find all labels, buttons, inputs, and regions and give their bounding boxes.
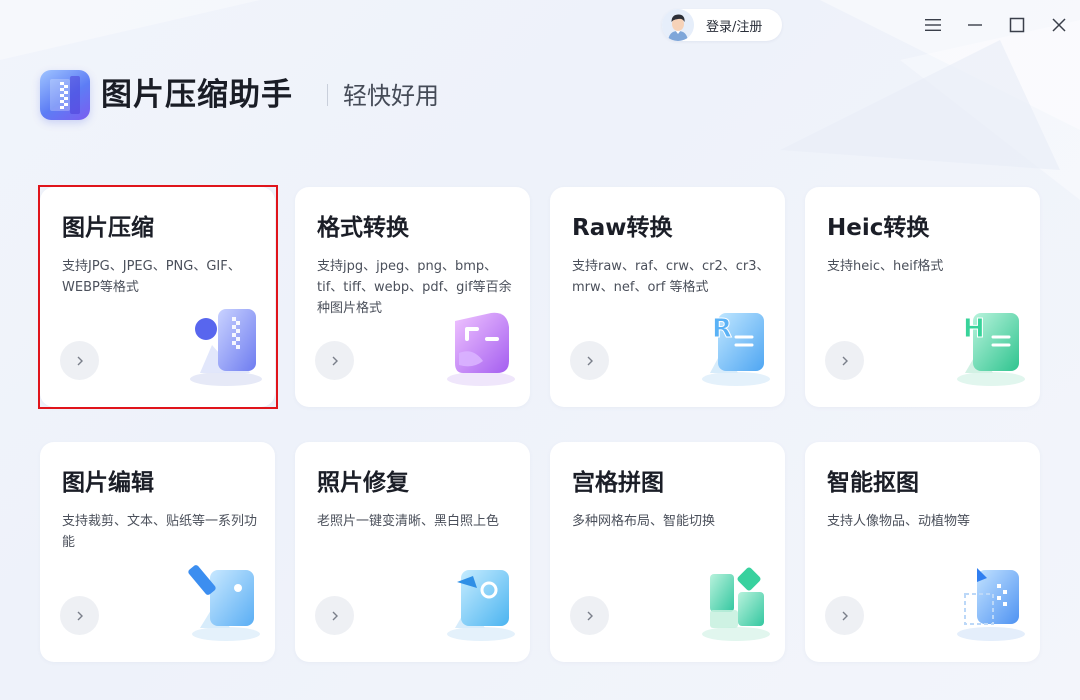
card-title: 图片压缩 [62, 215, 154, 241]
card-grid-collage[interactable]: 宫格拼图 多种网格布局、智能切换 [550, 442, 785, 662]
chevron-right-icon [77, 611, 83, 620]
card-arrow-button[interactable] [825, 596, 864, 635]
card-desc: 多种网格布局、智能切换 [572, 514, 716, 529]
card-title: 宫格拼图 [572, 470, 664, 496]
chevron-right-icon [587, 611, 593, 620]
svg-text:R: R [712, 314, 732, 344]
app-logo [40, 70, 90, 120]
card-arrow-button[interactable] [315, 596, 354, 635]
photo-repair-icon [447, 570, 515, 641]
svg-text:H: H [963, 314, 985, 344]
card-arrow-button[interactable] [60, 341, 99, 380]
user-avatar [662, 9, 694, 41]
card-raw-convert[interactable]: Raw转换 支持raw、raf、crw、cr2、cr3、mrw、nef、orf … [550, 187, 785, 407]
card-desc: 支持裁剪、文本、贴纸等一系列功能 [62, 514, 258, 550]
card-title: 格式转换 [317, 215, 409, 241]
grid-collage-icon [702, 567, 770, 641]
heic-convert-icon: H [957, 313, 1025, 386]
minimize-icon [968, 24, 982, 26]
card-desc: 支持raw、raf、crw、cr2、cr3、mrw、nef、orf 等格式 [572, 259, 770, 295]
card-smart-cutout[interactable]: 智能抠图 支持人像物品、动植物等 [805, 442, 1040, 662]
image-edit-icon [188, 565, 260, 641]
card-arrow-button[interactable] [315, 341, 354, 380]
app-slogan: 轻快好用 [343, 82, 439, 110]
compress-image-icon [190, 309, 262, 386]
card-photo-repair[interactable]: 照片修复 老照片一键变清晰、黑白照上色 [295, 442, 530, 662]
card-arrow-button[interactable] [570, 341, 609, 380]
card-desc: 支持JPG、JPEG、PNG、GIF、WEBP等格式 [62, 259, 241, 295]
close-icon [1052, 18, 1066, 32]
menu-button[interactable] [920, 12, 946, 38]
chevron-right-icon [332, 356, 338, 365]
header-divider [327, 84, 328, 106]
card-format-convert[interactable]: 格式转换 支持jpg、jpeg、png、bmp、tif、tiff、webp、pd… [295, 187, 530, 407]
maximize-icon [1009, 17, 1025, 33]
raw-convert-icon: R [702, 313, 770, 386]
format-convert-icon [447, 312, 515, 386]
zipper-icon [50, 76, 80, 114]
app-title: 图片压缩助手 [101, 77, 293, 113]
card-arrow-button[interactable] [60, 596, 99, 635]
card-title: 图片编辑 [62, 470, 154, 496]
chevron-right-icon [587, 356, 593, 365]
card-desc: 支持人像物品、动植物等 [827, 514, 971, 529]
card-title: Raw转换 [572, 215, 673, 241]
card-image-compress[interactable]: 图片压缩 支持JPG、JPEG、PNG、GIF、WEBP等格式 [40, 187, 275, 407]
card-desc: 老照片一键变清晰、黑白照上色 [317, 514, 500, 529]
card-title: Heic转换 [827, 215, 930, 241]
card-title: 智能抠图 [827, 470, 919, 496]
card-title: 照片修复 [317, 470, 409, 496]
menu-icon [925, 19, 941, 31]
login-button[interactable]: 登录/注册 [662, 9, 782, 41]
chevron-right-icon [332, 611, 338, 620]
chevron-right-icon [842, 611, 848, 620]
close-button[interactable] [1046, 12, 1072, 38]
card-heic-convert[interactable]: Heic转换 支持heic、heif格式 H [805, 187, 1040, 407]
chevron-right-icon [77, 356, 83, 365]
card-arrow-button[interactable] [570, 596, 609, 635]
card-arrow-button[interactable] [825, 341, 864, 380]
chevron-right-icon [842, 356, 848, 365]
minimize-button[interactable] [962, 12, 988, 38]
login-label: 登录/注册 [706, 19, 763, 35]
maximize-button[interactable] [1004, 12, 1030, 38]
card-desc: 支持heic、heif格式 [827, 259, 944, 274]
card-image-edit[interactable]: 图片编辑 支持裁剪、文本、贴纸等一系列功能 [40, 442, 275, 662]
smart-cutout-icon [957, 568, 1025, 641]
